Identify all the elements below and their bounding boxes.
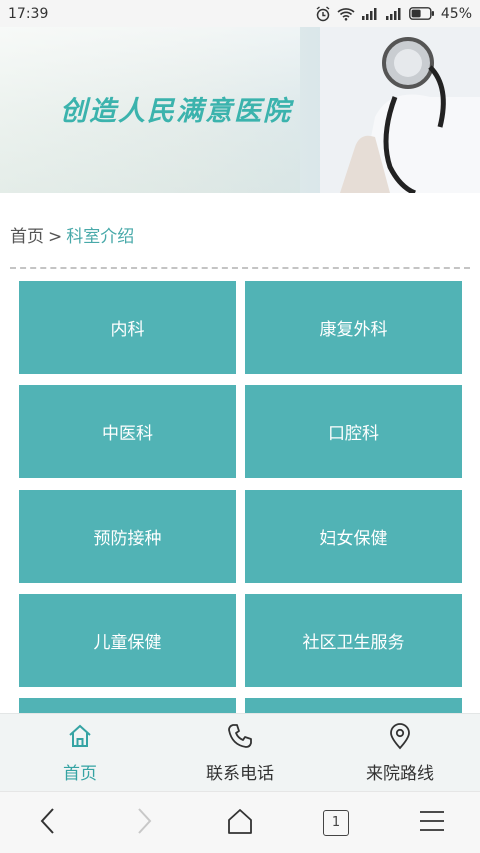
home-icon bbox=[66, 722, 94, 755]
browser-toolbar: 1 bbox=[0, 791, 480, 853]
department-tile[interactable]: 内科 bbox=[19, 281, 236, 374]
department-tile[interactable]: 康复外科 bbox=[245, 281, 462, 374]
breadcrumb-separator: > bbox=[48, 227, 63, 247]
location-pin-icon bbox=[386, 722, 414, 755]
doctor-image bbox=[320, 27, 480, 193]
chevron-left-icon bbox=[38, 806, 58, 840]
department-tile[interactable]: 妇女保健 bbox=[245, 490, 462, 583]
breadcrumb: 首页 > 科室介绍 bbox=[10, 222, 134, 247]
nav-route[interactable]: 来院路线 bbox=[320, 714, 480, 791]
signal-icon-1 bbox=[361, 7, 379, 20]
hero-banner: 创造人民满意医院 bbox=[0, 27, 480, 193]
nav-phone-label: 联系电话 bbox=[206, 763, 274, 784]
stethoscope-icon bbox=[320, 27, 480, 193]
tab-count: 1 bbox=[323, 809, 349, 836]
department-tile[interactable]: 社区卫生服务 bbox=[245, 594, 462, 687]
department-tile[interactable]: 中医科 bbox=[19, 385, 236, 478]
alarm-icon bbox=[315, 5, 331, 22]
bottom-nav: 首页 联系电话 来院路线 bbox=[0, 713, 480, 791]
nav-home[interactable]: 首页 bbox=[0, 714, 160, 791]
battery-icon bbox=[408, 7, 435, 20]
chevron-right-icon bbox=[134, 806, 154, 840]
forward-button[interactable] bbox=[114, 798, 174, 848]
breadcrumb-current: 科室介绍 bbox=[66, 227, 135, 247]
back-button[interactable] bbox=[18, 798, 78, 848]
phone-icon bbox=[226, 722, 254, 755]
department-tile[interactable]: 预防接种 bbox=[19, 490, 236, 583]
menu-button[interactable] bbox=[402, 798, 462, 848]
breadcrumb-home-link[interactable]: 首页 bbox=[10, 227, 44, 247]
divider bbox=[10, 267, 470, 269]
banner-title: 创造人民满意医院 bbox=[60, 96, 292, 127]
status-icons: 45% bbox=[315, 6, 472, 22]
nav-phone[interactable]: 联系电话 bbox=[160, 714, 320, 791]
signal-icon-2 bbox=[385, 7, 403, 20]
department-tile[interactable]: 儿童保健 bbox=[19, 594, 236, 687]
home-button[interactable] bbox=[210, 798, 270, 848]
department-tile[interactable]: 口腔科 bbox=[245, 385, 462, 478]
status-time: 17:39 bbox=[8, 5, 49, 22]
tabs-button[interactable]: 1 bbox=[306, 798, 366, 848]
status-bar: 17:39 45% bbox=[0, 0, 480, 27]
nav-home-label: 首页 bbox=[63, 763, 97, 784]
battery-percent: 45% bbox=[440, 5, 472, 22]
browser-home-icon bbox=[226, 807, 254, 839]
nav-route-label: 来院路线 bbox=[366, 763, 434, 784]
wifi-icon bbox=[337, 7, 355, 21]
menu-icon bbox=[418, 809, 446, 837]
page: 17:39 45% 创造人民满意医院 首页 > 科室介绍 内科 康复外科 中医科… bbox=[0, 0, 480, 853]
